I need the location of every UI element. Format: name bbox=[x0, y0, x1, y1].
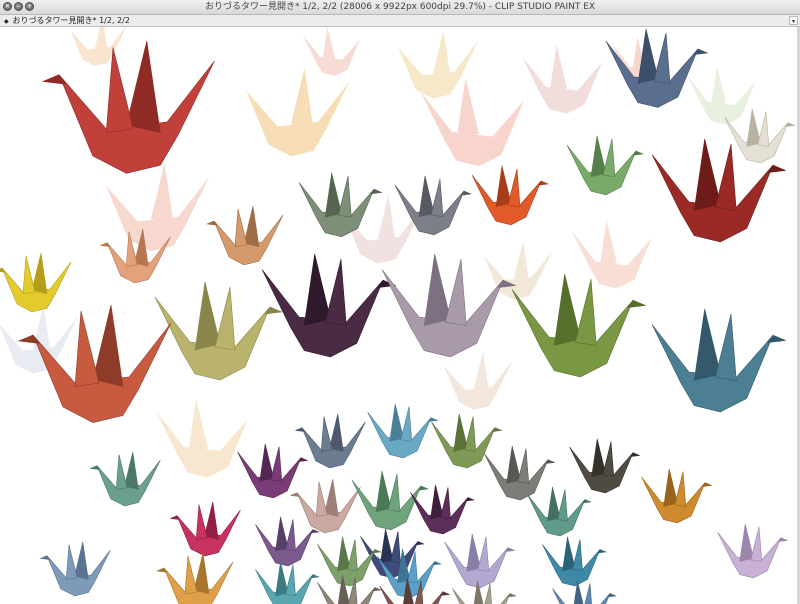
origami-crane bbox=[641, 468, 712, 524]
modified-indicator-icon: ◆ bbox=[4, 18, 9, 25]
background-crane bbox=[246, 68, 350, 157]
document-tab-bar: ◆ おりづるタワー見開き* 1/2, 2/2 ▾ bbox=[0, 15, 800, 27]
origami-crane bbox=[255, 516, 320, 567]
background-crane bbox=[156, 399, 248, 478]
origami-crane bbox=[527, 486, 592, 537]
origami-crane bbox=[410, 484, 475, 535]
background-crane bbox=[687, 66, 756, 125]
origami-crane bbox=[290, 478, 361, 534]
background-crane bbox=[0, 305, 79, 374]
background-crane bbox=[444, 351, 513, 410]
drawing-canvas[interactable] bbox=[0, 27, 800, 604]
origami-crane bbox=[40, 541, 111, 597]
origami-crane bbox=[651, 308, 786, 413]
title-bar: ✕ − + おりづるタワー見開き* 1/2, 2/2 (28006 x 9922… bbox=[0, 0, 800, 15]
origami-crane bbox=[444, 533, 515, 589]
document-tab[interactable]: ◆ おりづるタワー見開き* 1/2, 2/2 bbox=[2, 16, 134, 26]
origami-crane bbox=[542, 536, 607, 587]
tab-menu-dropdown-button[interactable]: ▾ bbox=[789, 16, 798, 25]
document-tab-label: おりづるタワー見開き* 1/2, 2/2 bbox=[12, 16, 130, 25]
origami-crane bbox=[569, 438, 640, 494]
origami-crane bbox=[90, 451, 161, 507]
origami-crane bbox=[255, 561, 320, 604]
origami-crane bbox=[566, 135, 644, 196]
background-crane bbox=[70, 27, 127, 66]
origami-crane bbox=[0, 252, 72, 313]
background-crane bbox=[302, 27, 360, 76]
origami-crane bbox=[717, 523, 788, 579]
origami-crane bbox=[471, 165, 549, 226]
origami-crane bbox=[552, 580, 617, 604]
origami-crane bbox=[317, 536, 382, 587]
origami-crane bbox=[237, 443, 308, 499]
background-crane bbox=[571, 220, 652, 289]
origami-crane bbox=[484, 445, 555, 501]
origami-crane bbox=[394, 175, 472, 236]
background-crane bbox=[106, 163, 210, 252]
origami-crane bbox=[261, 253, 396, 358]
origami-crane bbox=[154, 281, 283, 381]
origami-crane bbox=[156, 552, 234, 604]
origami-crane bbox=[42, 40, 215, 174]
background-crane bbox=[521, 45, 602, 114]
origami-crane bbox=[206, 205, 284, 266]
origami-crane bbox=[170, 501, 241, 557]
window-title: おりづるタワー見開き* 1/2, 2/2 (28006 x 9922px 600… bbox=[204, 2, 596, 12]
origami-crane bbox=[298, 172, 383, 237]
origami-crane bbox=[367, 403, 438, 459]
origami-crane bbox=[431, 413, 502, 469]
canvas-artwork bbox=[0, 27, 795, 604]
